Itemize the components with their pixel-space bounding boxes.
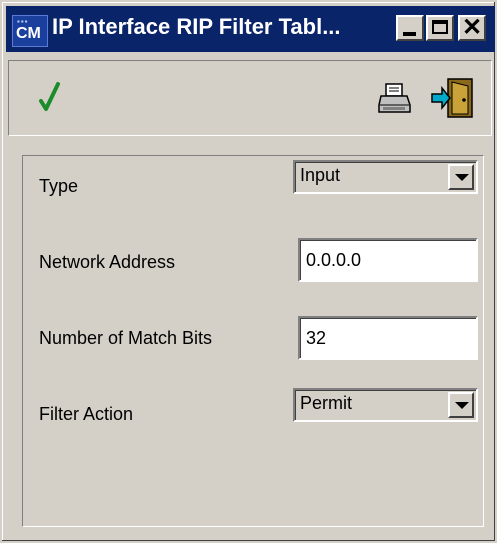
toolbar — [8, 60, 492, 136]
minimize-icon — [403, 32, 416, 36]
chevron-down-icon[interactable] — [448, 164, 474, 190]
app-icon: ▪▪▪ CM — [12, 15, 48, 47]
match-bits-input[interactable] — [298, 316, 478, 360]
network-address-label: Network Address — [39, 252, 176, 272]
window-title: IP Interface RIP Filter Tabl... — [52, 14, 341, 39]
app-icon-label: CM — [16, 25, 41, 42]
chevron-down-icon[interactable] — [448, 392, 474, 418]
maximize-icon — [432, 20, 448, 34]
form-panel: Type Input Network Address Number of Mat… — [22, 155, 484, 527]
match-bits-label: Number of Match Bits — [39, 328, 213, 348]
checkmark-icon[interactable] — [39, 81, 61, 113]
type-label: Type — [39, 176, 79, 196]
filter-action-value: Permit — [300, 393, 353, 413]
dialog-window: ▪▪▪ CM IP Interface RIP Filter Tabl... ✕ — [0, 0, 497, 543]
filter-action-select[interactable]: Permit — [293, 388, 478, 422]
printer-icon[interactable] — [377, 83, 413, 115]
filter-action-label: Filter Action — [39, 404, 134, 424]
network-address-input[interactable] — [298, 238, 478, 282]
maximize-button[interactable] — [426, 15, 454, 41]
close-button[interactable]: ✕ — [458, 14, 486, 41]
exit-door-icon[interactable] — [430, 77, 476, 119]
title-bar[interactable]: ▪▪▪ CM IP Interface RIP Filter Tabl... ✕ — [6, 6, 495, 52]
type-select-value: Input — [300, 165, 341, 185]
minimize-button[interactable] — [396, 15, 424, 41]
close-icon: ✕ — [462, 14, 483, 41]
type-select[interactable]: Input — [293, 160, 478, 194]
